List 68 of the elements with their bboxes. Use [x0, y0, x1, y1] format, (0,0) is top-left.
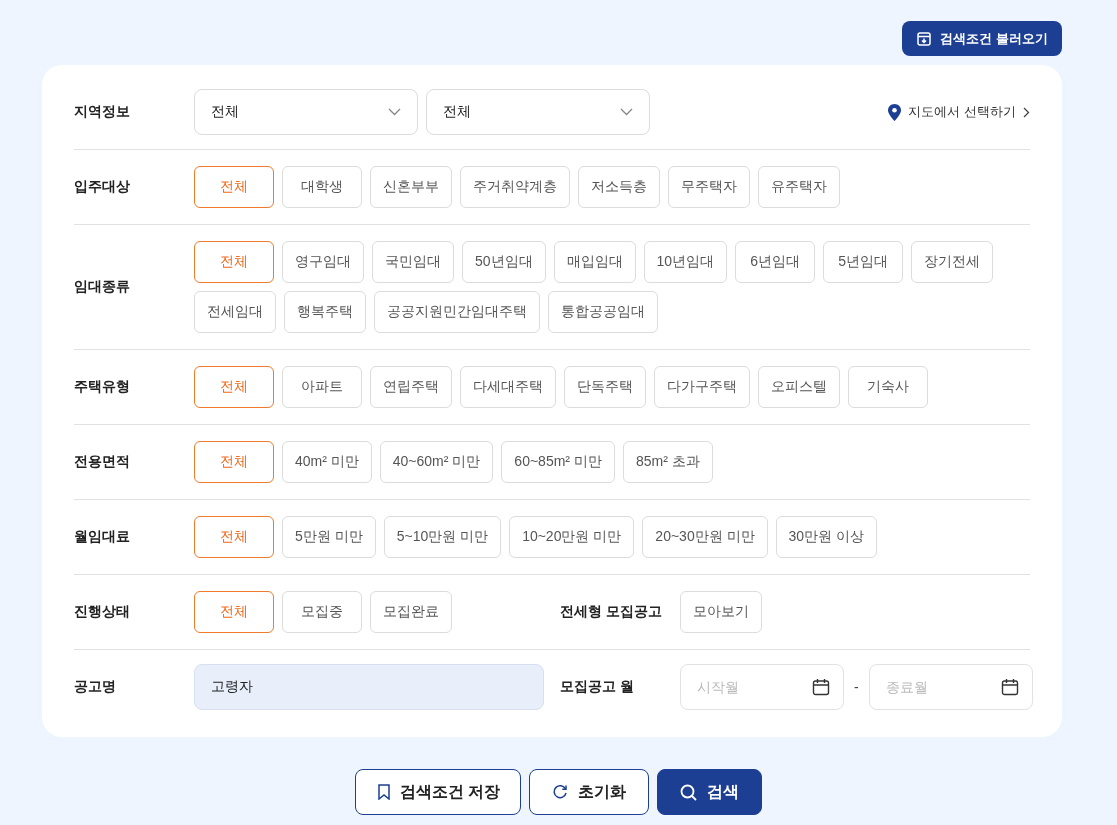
- refresh-icon: [552, 784, 569, 800]
- filter-chip[interactable]: 오피스텔: [758, 366, 840, 408]
- filter-chip[interactable]: 다가구주택: [654, 366, 750, 408]
- calendar-icon: [812, 678, 830, 696]
- filter-chip[interactable]: 통합공공임대: [548, 291, 658, 333]
- filter-chip[interactable]: 대학생: [282, 166, 362, 208]
- region-select[interactable]: 전체: [194, 89, 418, 135]
- filter-chip[interactable]: 5년임대: [823, 241, 904, 283]
- filter-chip[interactable]: 10년임대: [643, 241, 728, 283]
- filter-label: 임대종류: [74, 278, 131, 296]
- save-search-button[interactable]: 검색조건 저장: [354, 769, 522, 815]
- filter-label: 전세형 모집공고: [560, 603, 663, 621]
- chevron-down-icon: [388, 108, 401, 116]
- filter-chip[interactable]: 6년임대: [735, 241, 816, 283]
- filter-chip[interactable]: 5~10만원 미만: [383, 516, 502, 558]
- filter-chip[interactable]: 10~20만원 미만: [509, 516, 635, 558]
- filter-chip[interactable]: 20~30만원 미만: [642, 516, 768, 558]
- filter-chip[interactable]: 85m² 초과: [622, 441, 713, 483]
- filter-label: 입주대상: [74, 178, 131, 196]
- filter-label: 주택유형: [74, 378, 131, 396]
- filter-chip[interactable]: 주거취약계층: [460, 166, 570, 208]
- filter-chip[interactable]: 연립주택: [370, 366, 452, 408]
- region-select[interactable]: 전체: [426, 89, 650, 135]
- bookmark-icon: [377, 784, 390, 800]
- filter-chip[interactable]: 저소득층: [578, 166, 660, 208]
- range-separator: -: [854, 679, 859, 695]
- chevron-down-icon: [620, 108, 633, 116]
- filter-chip[interactable]: 기숙사: [848, 366, 928, 408]
- filter-chip[interactable]: 신혼부부: [370, 166, 452, 208]
- start-month-field[interactable]: 시작월: [680, 664, 844, 710]
- filter-chip[interactable]: 50년임대: [462, 241, 546, 283]
- map-pin-icon: [888, 103, 902, 121]
- search-icon: [680, 783, 698, 801]
- filter-chip[interactable]: 유주택자: [758, 166, 840, 208]
- filter-chip[interactable]: 5만원 미만: [282, 516, 376, 558]
- filter-label: 공고명: [74, 678, 117, 696]
- filter-chip[interactable]: 공공지원민간임대주택: [374, 291, 540, 333]
- filter-chip[interactable]: 40m² 미만: [282, 441, 372, 483]
- calendar-icon: [1000, 678, 1019, 696]
- filter-chip[interactable]: 40~60m² 미만: [379, 441, 494, 483]
- filter-chip[interactable]: 매입임대: [553, 241, 636, 283]
- filter-chip[interactable]: 단독주택: [564, 366, 646, 408]
- search-button[interactable]: 검색: [657, 769, 763, 815]
- filter-chip[interactable]: 모집완료: [370, 591, 452, 633]
- filter-chip[interactable]: 국민임대: [372, 241, 454, 283]
- filter-chip[interactable]: 모아보기: [680, 591, 762, 633]
- filter-chip[interactable]: 영구임대: [282, 241, 364, 283]
- filter-chip[interactable]: 행복주택: [284, 291, 366, 333]
- load-search-button[interactable]: 검색조건 불러오기: [902, 21, 1062, 56]
- reset-button[interactable]: 초기화: [529, 769, 650, 815]
- filter-chip[interactable]: 장기전세: [911, 241, 994, 283]
- filter-chip[interactable]: 다세대주택: [460, 366, 556, 408]
- filter-chip[interactable]: 무주택자: [668, 166, 750, 208]
- filter-chip[interactable]: 60~85m² 미만: [501, 441, 615, 483]
- end-month-field[interactable]: 종료월: [868, 664, 1033, 710]
- chevron-right-icon: [1023, 106, 1030, 118]
- filter-label: 진행상태: [74, 603, 131, 621]
- filter-chip[interactable]: 모집중: [282, 591, 362, 633]
- download-box-icon: [917, 31, 932, 46]
- map-select-link[interactable]: 지도에서 선택하기: [888, 103, 1030, 121]
- filter-label: 지역정보: [74, 103, 131, 121]
- filter-label: 전용면적: [74, 453, 131, 471]
- notice-name-field[interactable]: 고령자: [194, 664, 544, 710]
- filter-chip[interactable]: 전세임대: [194, 291, 276, 333]
- filter-chip[interactable]: 아파트: [282, 366, 362, 408]
- filter-label: 월임대료: [74, 528, 131, 546]
- filter-label: 모집공고 월: [560, 678, 635, 696]
- filter-chip[interactable]: 30만원 이상: [775, 516, 878, 558]
